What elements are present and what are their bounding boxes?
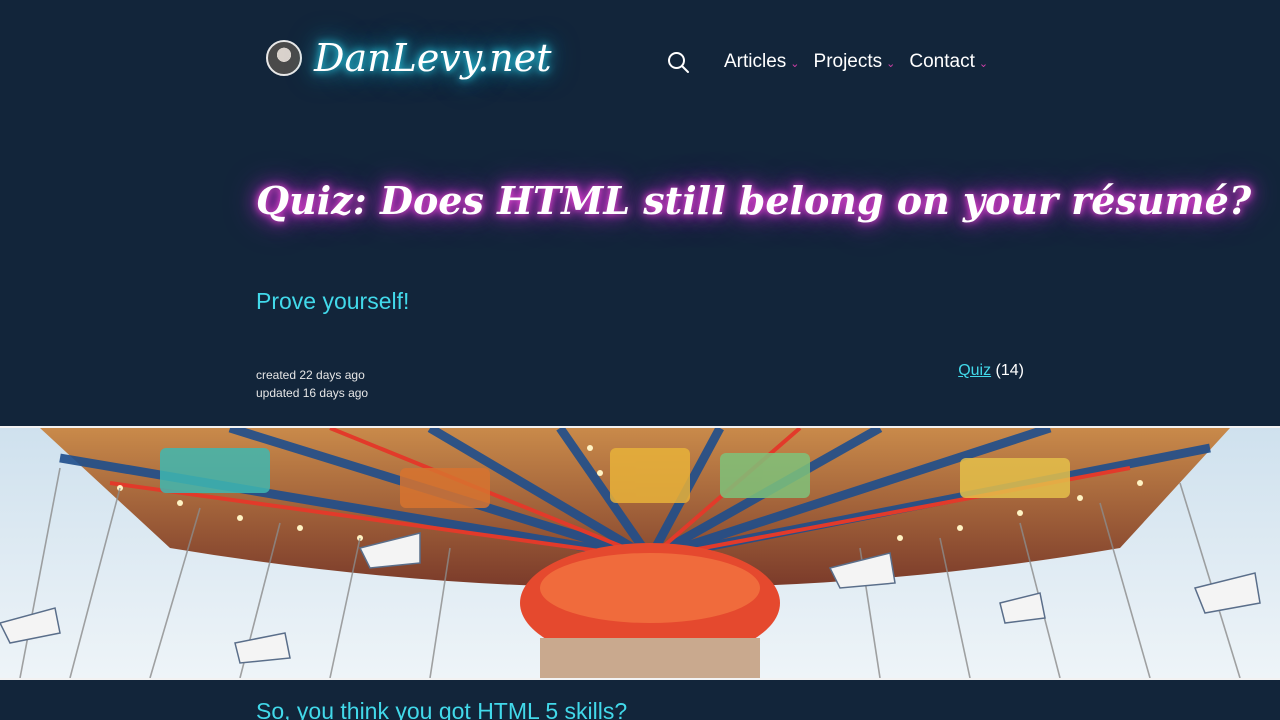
chevron-down-icon: ⌄ [790, 58, 800, 70]
updated-date: updated 16 days ago [256, 386, 369, 400]
post-tags: Quiz (14) [958, 362, 1024, 380]
tag-link-quiz[interactable]: Quiz [958, 362, 991, 379]
carousel-image [0, 428, 1280, 678]
post-teaser: So, you think you got HTML 5 skills? [256, 698, 628, 720]
chevron-down-icon: ⌄ [886, 58, 896, 70]
site-header: DanLevy.net Articles ⌄ Projects ⌄ Contac… [256, 30, 1024, 98]
hero-image [0, 426, 1280, 680]
page: DanLevy.net Articles ⌄ Projects ⌄ Contac… [0, 0, 1280, 720]
brand[interactable]: DanLevy.net [266, 36, 552, 80]
main-nav: Articles ⌄ Projects ⌄ Contact ⌄ [666, 50, 1002, 74]
nav-item-articles[interactable]: Articles ⌄ [724, 51, 800, 73]
tag-count: (14) [995, 362, 1024, 379]
post-subtitle: Prove yourself! [256, 288, 410, 314]
nav-item-projects[interactable]: Projects ⌄ [814, 51, 896, 73]
nav-item-label: Projects [813, 51, 883, 72]
chevron-down-icon: ⌄ [978, 58, 989, 70]
site-logo-text[interactable]: DanLevy.net [314, 36, 552, 80]
post-dates: created 22 days ago updated 16 days ago [256, 366, 368, 402]
page-title: Quiz: Does HTML still belong on your rés… [256, 178, 1252, 223]
nav-item-label: Contact [909, 51, 975, 72]
nav-item-contact[interactable]: Contact ⌄ [909, 51, 988, 73]
search-icon[interactable] [666, 50, 690, 74]
created-date: created 22 days ago [256, 368, 365, 382]
nav-item-label: Articles [724, 51, 787, 72]
avatar[interactable] [266, 40, 302, 76]
